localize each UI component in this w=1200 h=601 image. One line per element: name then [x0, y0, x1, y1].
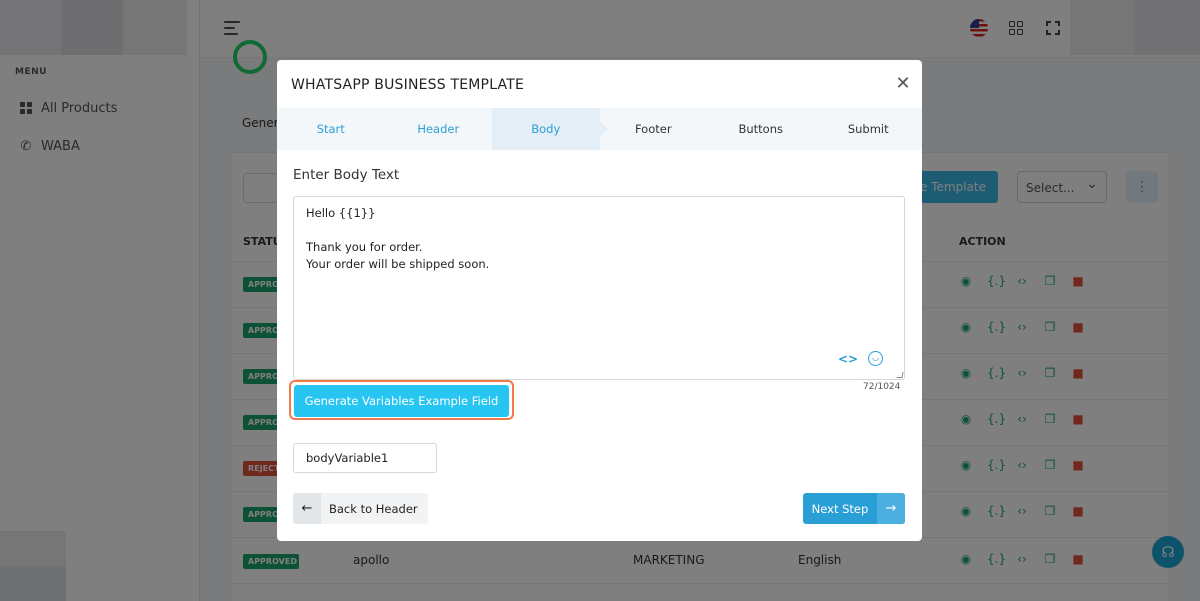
code-icon[interactable]: <> — [838, 352, 858, 366]
body-text-label: Enter Body Text — [293, 167, 400, 183]
close-icon[interactable]: ✕ — [893, 74, 913, 94]
wizard-steps: Start Header Body Footer Buttons Submit — [277, 108, 922, 150]
template-modal: WHATSAPP BUSINESS TEMPLATE ✕ Start Heade… — [277, 60, 922, 541]
body-variable-input[interactable] — [293, 443, 437, 473]
step-start[interactable]: Start — [277, 108, 385, 150]
step-header[interactable]: Header — [385, 108, 493, 150]
next-button-label: Next Step — [811, 501, 869, 516]
arrow-right-icon: → — [877, 493, 905, 524]
back-to-header-button[interactable]: ← Back to Header — [293, 493, 428, 524]
arrow-left-icon: ← — [293, 493, 321, 524]
emoji-icon[interactable]: ◡ — [868, 351, 883, 366]
step-submit[interactable]: Submit — [815, 108, 923, 150]
step-buttons[interactable]: Buttons — [707, 108, 815, 150]
char-count: 72/1024 — [863, 382, 901, 392]
step-footer[interactable]: Footer — [600, 108, 708, 150]
back-button-label: Back to Header — [329, 501, 418, 516]
body-text-area[interactable]: Hello {{1}} Thank you for order. Your or… — [293, 196, 905, 380]
step-body[interactable]: Body — [492, 108, 607, 150]
modal-title: WHATSAPP BUSINESS TEMPLATE — [291, 77, 525, 93]
next-step-button[interactable]: Next Step → — [803, 493, 905, 524]
resize-handle-icon[interactable] — [896, 372, 904, 378]
generate-variables-button[interactable]: Generate Variables Example Field — [294, 385, 509, 417]
